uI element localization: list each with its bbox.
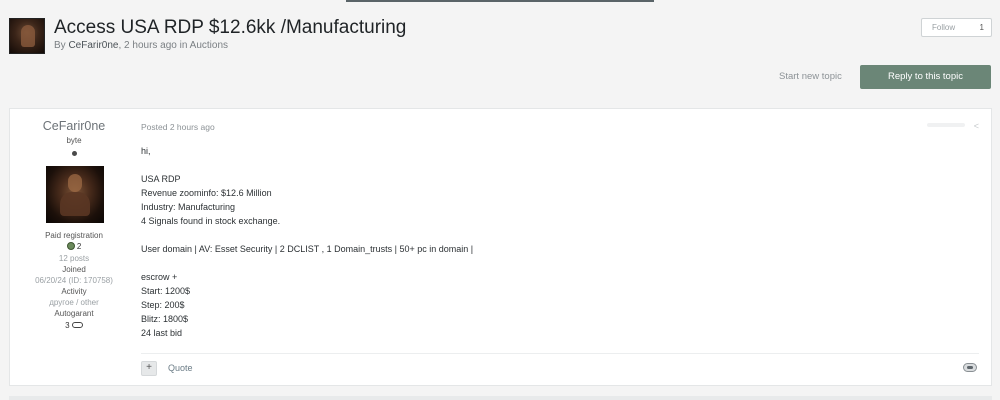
joined-label: Joined xyxy=(62,265,86,274)
follow-button[interactable]: Follow 1 xyxy=(921,18,992,37)
top-strip xyxy=(346,0,654,2)
body-line: hi, xyxy=(141,146,151,156)
topic-author-link[interactable]: CeFarir0ne xyxy=(68,40,118,51)
author-reputation: 2 xyxy=(10,242,138,251)
reply-button[interactable]: Reply to this topic xyxy=(860,65,991,89)
author-group: Paid registration xyxy=(45,231,103,240)
next-post-edge xyxy=(9,396,992,400)
body-line: 24 last bid xyxy=(141,328,183,338)
quote-button[interactable]: Quote xyxy=(168,363,193,373)
post-author-name[interactable]: CeFarir0ne xyxy=(10,119,138,133)
autogarant-value: 3 xyxy=(65,321,70,330)
post-timestamp[interactable]: Posted 2 hours ago xyxy=(141,122,215,132)
body-line: Industry: Manufacturing xyxy=(141,202,236,212)
joined-value: 06/20/24 (ID: 170758) xyxy=(35,276,113,285)
topic-meta: By CeFarir0ne, 2 hours ago in Auctions xyxy=(54,40,228,51)
autogarant-value-row: 3 xyxy=(10,321,138,330)
author-rank: byte xyxy=(66,136,82,145)
activity-label: Activity xyxy=(61,287,87,296)
post: CeFarir0ne byte Paid registration 2 12 p… xyxy=(9,108,992,386)
reputation-value: 2 xyxy=(76,242,82,251)
topic-header: Access USA RDP $12.6kk /Manufacturing By… xyxy=(9,17,992,58)
body-line: Blitz: 1800$ xyxy=(141,314,189,324)
activity-value: другое / other xyxy=(49,298,99,307)
body-line: Revenue zoominfo: $12.6 Million xyxy=(141,188,272,198)
share-icon[interactable]: < xyxy=(974,121,979,131)
body-line: Start: 1200$ xyxy=(141,286,191,296)
reputation-icon xyxy=(66,242,75,250)
body-line: 4 Signals found in stock exchange. xyxy=(141,216,281,226)
post-author-panel: CeFarir0ne byte Paid registration 2 12 p… xyxy=(10,109,138,385)
reaction-icon[interactable] xyxy=(963,363,977,372)
handshake-icon xyxy=(71,322,83,328)
post-number xyxy=(927,123,965,127)
topic-meta-rest: , 2 hours ago in Auctions xyxy=(118,40,229,51)
body-line: escrow + xyxy=(141,272,178,282)
author-avatar[interactable] xyxy=(46,166,104,223)
start-new-topic-link[interactable]: Start new topic xyxy=(779,71,842,82)
page-title: Access USA RDP $12.6kk /Manufacturing xyxy=(54,17,407,38)
autogarant-label: Autogarant xyxy=(54,309,94,318)
body-line: Step: 200$ xyxy=(141,300,185,310)
topic-author-avatar[interactable] xyxy=(9,18,45,54)
multiquote-button[interactable]: + xyxy=(141,361,157,376)
post-divider xyxy=(141,353,979,354)
author-post-count: 12 posts xyxy=(58,254,90,263)
rank-icon xyxy=(72,151,77,156)
follow-label: Follow xyxy=(932,23,956,32)
follow-count: 1 xyxy=(979,23,984,32)
post-content: Posted 2 hours ago < hi, USA RDP Revenue… xyxy=(141,109,991,385)
topic-meta-by: By xyxy=(54,40,69,51)
body-line: User domain | AV: Esset Security | 2 DCL… xyxy=(141,244,474,254)
body-line: USA RDP xyxy=(141,174,181,184)
